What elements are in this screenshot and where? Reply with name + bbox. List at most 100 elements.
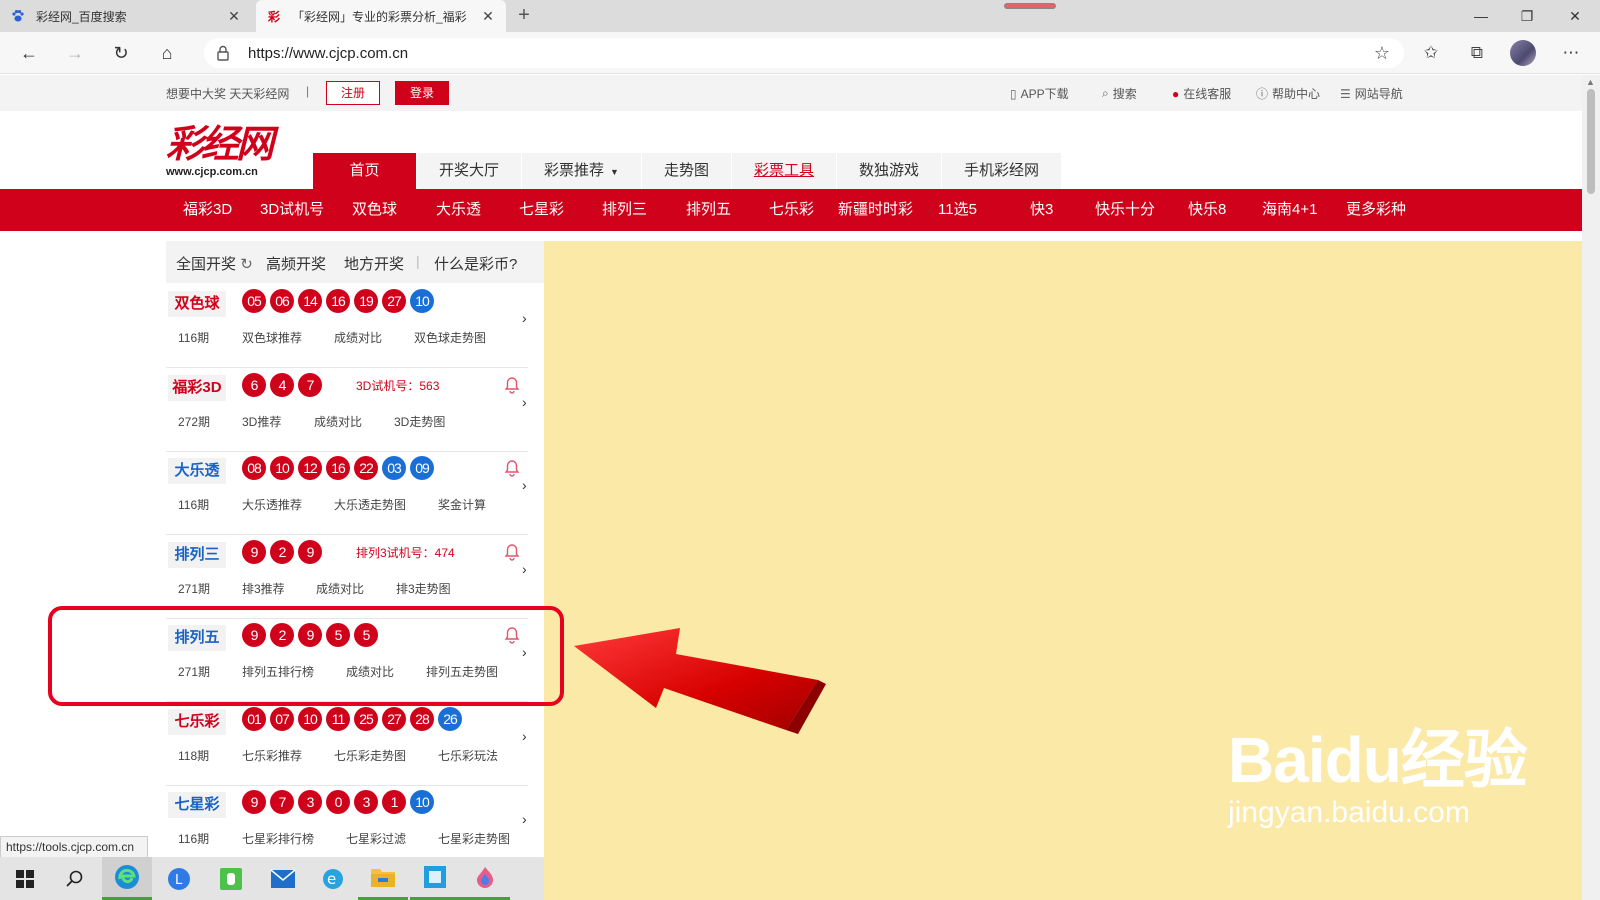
lottery-link[interactable]: 七星彩走势图 (438, 830, 510, 847)
nav-recommend[interactable]: 彩票推荐 ▼ (522, 153, 642, 189)
nav-home[interactable]: 首页 (313, 153, 417, 189)
refresh-icon[interactable]: ↻ (106, 38, 136, 68)
lottery-link[interactable]: 3D走势图 (394, 413, 445, 430)
new-tab-icon[interactable]: + (512, 4, 536, 28)
lottery-name[interactable]: 七乐彩 (168, 708, 226, 735)
chevron-right-icon[interactable]: › (522, 394, 527, 410)
lottery-link[interactable]: 3D推荐 (242, 413, 281, 430)
refresh-icon[interactable]: ↻ (240, 256, 253, 273)
lottery-link[interactable]: 七乐彩推荐 (242, 747, 302, 764)
tab-national[interactable]: 全国开奖 ↻ (176, 253, 253, 274)
address-bar[interactable]: https://www.cjcp.com.cn ☆ (204, 38, 1404, 68)
app-download-link[interactable]: ▯ APP下载 (1010, 85, 1069, 102)
lottery-link[interactable]: 排3走势图 (396, 580, 451, 597)
tab-local[interactable]: 地方开奖 (344, 253, 404, 274)
bell-icon[interactable] (504, 459, 520, 477)
lottery-nav-item[interactable]: 排列五 (686, 189, 731, 231)
chevron-right-icon[interactable]: › (522, 477, 527, 493)
favorite-star-icon[interactable]: ☆ (1374, 43, 1390, 64)
page-scrollbar[interactable]: ▲ (1582, 75, 1600, 900)
edge-browser-icon[interactable] (102, 857, 152, 900)
login-button[interactable]: 登录 (395, 81, 449, 105)
lottery-nav-item[interactable]: 快3 (1030, 189, 1053, 231)
more-menu-icon[interactable]: ⋯ (1556, 38, 1586, 68)
profile-avatar[interactable] (1510, 40, 1536, 66)
close-tab-icon[interactable]: ✕ (226, 8, 242, 25)
mail-icon[interactable] (258, 857, 308, 900)
tab-what-is-coin[interactable]: 什么是彩币? (434, 253, 517, 274)
online-service-link[interactable]: ● 在线客服 (1172, 85, 1231, 102)
lottery-name[interactable]: 双色球 (168, 291, 226, 317)
tab-high-frequency[interactable]: 高频开奖 (266, 253, 326, 274)
app-l-icon[interactable]: L (154, 857, 204, 900)
nav-sudoku[interactable]: 数独游戏 (836, 153, 942, 189)
help-center-link[interactable]: ⓘ 帮助中心 (1256, 85, 1320, 102)
browser-tab-cjcp[interactable]: 彩 「彩经网」专业的彩票分析_福彩 ✕ (256, 0, 506, 32)
site-logo[interactable]: 彩经网 www.cjcp.com.cn (166, 122, 276, 184)
chevron-right-icon[interactable]: › (522, 561, 527, 577)
favorites-icon[interactable]: ✩ (1416, 38, 1446, 68)
ie-icon[interactable]: e (308, 857, 358, 900)
register-button[interactable]: 注册 (326, 81, 380, 105)
forward-icon[interactable]: → (60, 38, 90, 68)
windows-start-icon[interactable] (0, 857, 50, 900)
lottery-nav-item[interactable]: 海南4+1 (1262, 189, 1317, 231)
lottery-row[interactable]: 双色球 05 06 14 16 19 27 10 › 116期 双色球推荐 成绩对比 双色球走势图 (166, 284, 528, 368)
scroll-up-icon[interactable]: ▲ (1586, 77, 1595, 87)
close-window-icon[interactable]: ✕ (1552, 0, 1598, 32)
lottery-link[interactable]: 成绩对比 (316, 580, 364, 597)
chevron-right-icon[interactable]: › (522, 728, 527, 744)
site-nav-link[interactable]: ☰ 网站导航 (1340, 85, 1403, 102)
lottery-nav-item[interactable]: 双色球 (352, 189, 397, 231)
nav-tools[interactable]: 彩票工具 (731, 153, 837, 189)
lottery-link[interactable]: 七星彩排行榜 (242, 830, 314, 847)
lottery-link[interactable]: 双色球走势图 (414, 329, 486, 346)
lottery-link[interactable]: 成绩对比 (314, 413, 362, 430)
nav-trend[interactable]: 走势图 (641, 153, 732, 189)
test-number-note[interactable]: 3D试机号：563 (356, 377, 439, 394)
lottery-nav-item[interactable]: 快乐十分 (1095, 189, 1155, 231)
lottery-link[interactable]: 大乐透推荐 (242, 496, 302, 513)
lottery-nav-item[interactable]: 更多彩种 (1346, 189, 1406, 231)
lottery-name[interactable]: 大乐透 (168, 458, 226, 484)
browser-tab-baidu[interactable]: 彩经网_百度搜索 ✕ (0, 0, 252, 32)
lottery-nav-item[interactable]: 新疆时时彩 (838, 189, 913, 231)
lottery-nav-item[interactable]: 福彩3D (183, 189, 232, 231)
lottery-nav-item[interactable]: 七星彩 (519, 189, 564, 231)
bell-icon[interactable] (504, 543, 520, 561)
lottery-nav-item[interactable]: 大乐透 (436, 189, 481, 231)
lottery-nav-item[interactable]: 快乐8 (1188, 189, 1226, 231)
lottery-nav-item[interactable]: 七乐彩 (769, 189, 814, 231)
lottery-nav-item[interactable]: 11选5 (938, 189, 977, 231)
bell-icon[interactable] (504, 376, 520, 394)
lottery-link[interactable]: 奖金计算 (438, 496, 486, 513)
search-link[interactable]: ⌕ 搜索 (1102, 85, 1137, 102)
lottery-row[interactable]: 福彩3D 6 4 7 3D试机号：563 › 272期 3D推荐 成绩对比 3D走势图 (166, 368, 528, 452)
lottery-link[interactable]: 大乐透走势图 (334, 496, 406, 513)
lottery-link[interactable]: 双色球推荐 (242, 329, 302, 346)
minimize-icon[interactable]: — (1458, 0, 1504, 32)
lottery-row[interactable]: 大乐透 08 10 12 16 22 03 09 › 116期 大乐透推荐 大乐透走势图 奖金计算 (166, 451, 528, 535)
lottery-name[interactable]: 福彩3D (168, 374, 226, 401)
lottery-link[interactable]: 七乐彩走势图 (334, 747, 406, 764)
app-blue-icon[interactable] (410, 857, 460, 900)
lottery-link[interactable]: 排3推荐 (242, 580, 285, 597)
lottery-link[interactable]: 成绩对比 (334, 329, 382, 346)
test-number-note[interactable]: 排列3试机号：474 (356, 544, 455, 561)
lottery-link[interactable]: 七乐彩玩法 (438, 747, 498, 764)
chevron-right-icon[interactable]: › (522, 811, 527, 827)
app-flame-icon[interactable] (460, 857, 510, 900)
scrollbar-thumb[interactable] (1587, 89, 1595, 194)
home-icon[interactable]: ⌂ (152, 38, 182, 68)
nav-mobile[interactable]: 手机彩经网 (942, 153, 1063, 189)
lottery-row[interactable]: 七乐彩 01 07 10 11 25 27 28 26 › 118期 七乐彩推荐 七乐彩走势图 七乐彩玩法 (166, 702, 528, 786)
file-explorer-icon[interactable] (358, 857, 408, 900)
lottery-name[interactable]: 排列三 (168, 541, 226, 568)
lottery-name[interactable]: 七星彩 (168, 792, 226, 818)
lottery-nav-item[interactable]: 3D试机号 (260, 189, 324, 231)
lottery-link[interactable]: 七星彩过滤 (346, 830, 406, 847)
chevron-right-icon[interactable]: › (522, 310, 527, 326)
collections-icon[interactable]: ⧉ (1462, 38, 1492, 68)
nav-draw-hall[interactable]: 开奖大厅 (417, 153, 523, 189)
restore-icon[interactable]: ❐ (1504, 0, 1550, 32)
